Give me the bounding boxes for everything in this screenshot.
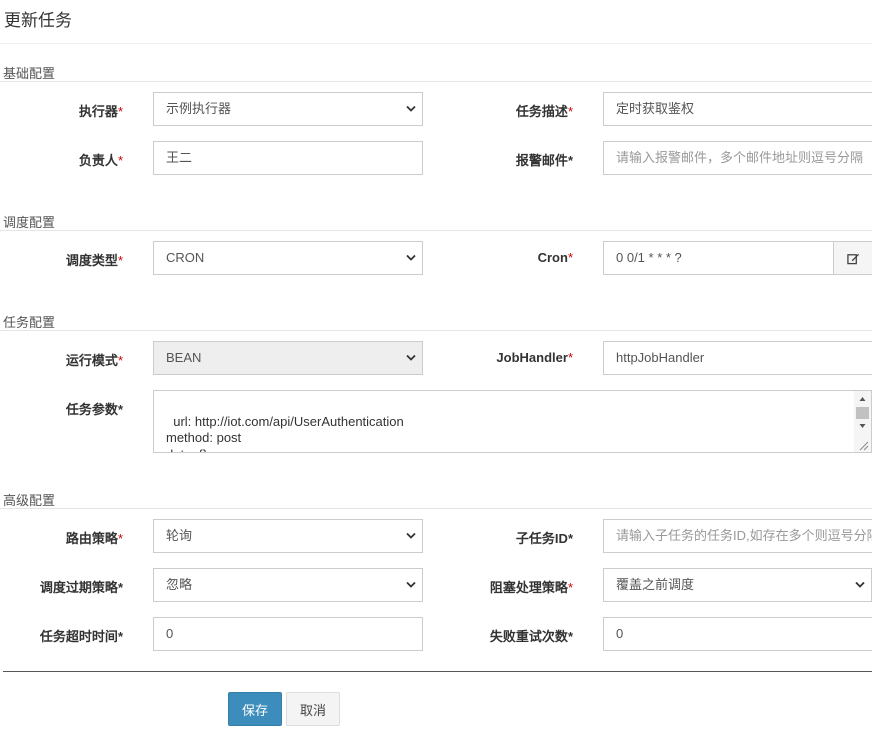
required-mark: * — [117, 253, 123, 268]
modal-title: 更新任务 — [4, 11, 72, 30]
section-schedule-divider — [0, 230, 872, 231]
timeout-value: 0 — [166, 626, 174, 641]
required-mark: * — [117, 531, 123, 546]
required-mark: * — [567, 580, 573, 595]
cancel-button[interactable]: 取消 — [286, 692, 340, 726]
section-task-divider — [0, 330, 872, 331]
scroll-down-icon[interactable] — [854, 419, 871, 433]
executor-select[interactable]: 示例执行器 — [153, 92, 423, 126]
scrollbar-thumb[interactable] — [856, 407, 869, 419]
route-strategy-select[interactable]: 轮询 — [153, 519, 423, 553]
alarm-email-input[interactable]: 请输入报警邮件，多个邮件地址则逗号分隔 — [603, 141, 872, 175]
edit-icon — [846, 253, 859, 264]
chevron-down-icon — [855, 581, 865, 588]
required-mark: * — [117, 402, 123, 417]
required-mark: * — [567, 250, 573, 265]
author-label: 负责人* — [78, 153, 123, 168]
chevron-down-icon — [406, 105, 416, 112]
required-mark: * — [117, 104, 123, 119]
alarm-email-label: 报警邮件* — [515, 153, 573, 168]
required-mark: * — [567, 350, 573, 365]
executor-value: 示例执行器 — [166, 101, 232, 116]
required-mark: * — [567, 153, 573, 168]
required-mark: * — [117, 580, 123, 595]
schedule-type-select[interactable]: CRON — [153, 241, 423, 275]
required-mark: * — [567, 629, 573, 644]
child-job-id-label: 子任务ID* — [515, 531, 573, 546]
misfire-strategy-select[interactable]: 忽略 — [153, 568, 423, 602]
chevron-down-icon — [406, 532, 416, 539]
job-desc-value: 定时获取鉴权 — [616, 101, 695, 116]
textarea-scrollbar[interactable] — [854, 391, 871, 452]
job-param-label: 任务参数* — [65, 402, 123, 417]
resize-grip-icon[interactable] — [857, 439, 869, 451]
schedule-type-value: CRON — [166, 250, 205, 265]
required-mark: * — [117, 153, 123, 168]
route-strategy-label: 路由策略* — [65, 531, 123, 546]
job-handler-label: JobHandler* — [496, 350, 573, 365]
cron-label: Cron* — [537, 250, 573, 265]
header-divider — [0, 43, 872, 44]
section-task-title: 任务配置 — [3, 315, 56, 330]
child-job-id-placeholder: 请输入子任务的任务ID,如存在多个则逗号分隔 — [616, 528, 872, 543]
job-handler-input[interactable]: httpJobHandler — [603, 341, 872, 375]
run-mode-label: 运行模式* — [65, 353, 123, 368]
section-basic-title: 基础配置 — [3, 66, 56, 81]
section-schedule-title: 调度配置 — [3, 215, 56, 230]
block-strategy-select[interactable]: 覆盖之前调度 — [603, 568, 872, 602]
timeout-label: 任务超时时间* — [39, 629, 123, 644]
scroll-up-icon[interactable] — [854, 392, 871, 406]
section-advanced-title: 高级配置 — [3, 493, 56, 508]
cron-value: 0 0/1 * * * ? — [616, 250, 682, 265]
alarm-email-placeholder: 请输入报警邮件，多个邮件地址则逗号分隔 — [616, 150, 864, 165]
schedule-type-label: 调度类型* — [65, 253, 123, 268]
chevron-down-icon — [406, 254, 416, 261]
required-mark: * — [567, 104, 573, 119]
fail-retry-value: 0 — [616, 626, 624, 641]
misfire-strategy-label: 调度过期策略* — [39, 580, 123, 595]
job-param-value: url: http://iot.com/api/UserAuthenticati… — [166, 413, 404, 453]
chevron-down-icon — [406, 581, 416, 588]
job-desc-label: 任务描述* — [515, 104, 573, 119]
run-mode-select[interactable]: BEAN — [153, 341, 423, 375]
run-mode-value: BEAN — [166, 350, 202, 365]
cron-input[interactable]: 0 0/1 * * * ? — [603, 241, 834, 275]
executor-label: 执行器* — [78, 104, 123, 119]
child-job-id-input[interactable]: 请输入子任务的任务ID,如存在多个则逗号分隔 — [603, 519, 872, 553]
cron-edit-button[interactable] — [833, 241, 872, 275]
required-mark: * — [567, 531, 573, 546]
author-value: 王二 — [166, 150, 193, 165]
fail-retry-input[interactable]: 0 — [603, 617, 872, 651]
chevron-down-icon — [406, 354, 416, 361]
block-strategy-label: 阻塞处理策略* — [489, 580, 573, 595]
section-advanced-divider — [0, 508, 872, 509]
job-desc-input[interactable]: 定时获取鉴权 — [603, 92, 872, 126]
route-strategy-value: 轮询 — [166, 528, 193, 543]
required-mark: * — [117, 353, 123, 368]
save-button[interactable]: 保存 — [228, 692, 282, 726]
form-footer-divider — [3, 671, 872, 672]
required-mark: * — [117, 629, 123, 644]
block-strategy-value: 覆盖之前调度 — [616, 577, 695, 592]
section-basic-divider — [0, 81, 872, 82]
fail-retry-label: 失败重试次数* — [489, 629, 573, 644]
misfire-strategy-value: 忽略 — [166, 577, 193, 592]
timeout-input[interactable]: 0 — [153, 617, 423, 651]
job-handler-value: httpJobHandler — [616, 350, 705, 365]
job-param-textarea[interactable]: url: http://iot.com/api/UserAuthenticati… — [153, 390, 872, 453]
author-input[interactable]: 王二 — [153, 141, 423, 175]
